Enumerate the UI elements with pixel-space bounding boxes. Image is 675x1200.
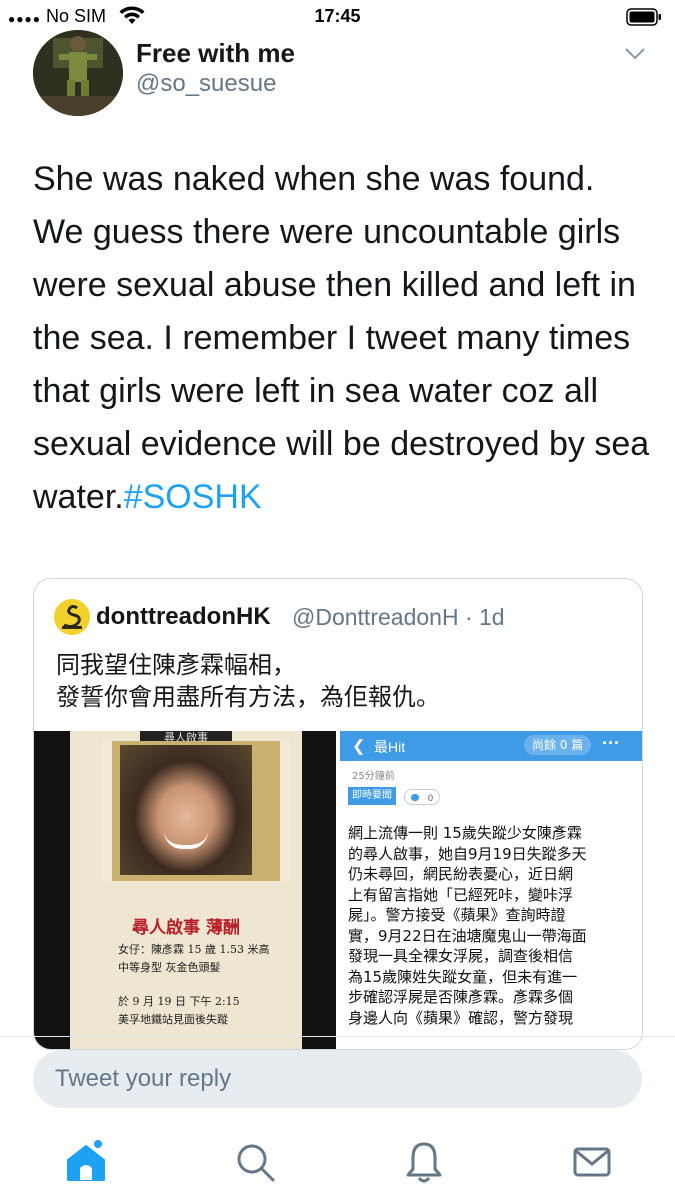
reply-divider [0,1036,675,1037]
status-bar: ●●●● No SIM 17:45 [0,0,675,34]
author-handle[interactable]: @so_suesue [136,70,276,98]
article-line: 的尋人啟事，她自9月19日失蹤多天 [348,844,587,863]
tab-bar [0,1118,675,1200]
poster-line: 於 9 月 19 日 下午 2:15 [118,995,240,1008]
avatar-figure [33,30,123,116]
quoted-text-line: 同我望住陳彥霖幅相， [56,651,296,679]
news-article-image[interactable]: ❮ 最Hit 尚餘 0 篇 ··· 25分鐘前 即時要聞 0 網上流傳一則 15… [340,731,642,1049]
girl-photo [120,745,252,875]
more-icon: ··· [602,733,620,753]
back-icon: ❮ [352,738,366,755]
tweet-text: She was naked when she was found. We gue… [33,153,653,524]
article-line: 網上流傳一則 15歲失蹤少女陳彥霖 [348,824,582,842]
hashtag-link[interactable]: #SOSHK [124,478,262,516]
chevron-down-icon[interactable] [624,46,646,62]
snake-icon [54,599,90,635]
article-app-bar: ❮ 最Hit 尚餘 0 篇 ··· [340,731,642,761]
article-tag: 即時要聞 [348,787,396,805]
quoted-media[interactable]: 尋人啟事 尋人啟事 薄酬 女仔：陳彥霖 15 歲 1.53 米高 中等身型 灰金… [34,731,642,1049]
poster-line: 美孚地鐵站見面後失蹤 [118,1013,228,1026]
author-name[interactable]: Free with me [136,38,295,69]
comment-count: 0 [404,789,440,805]
article-line: 實，9月22日在油塘魔鬼山一帶海面 [348,926,587,945]
article-line: 上有留言指她「已經死咔，變咔浮 [348,885,574,904]
reply-input[interactable] [33,1050,642,1108]
quoted-author-avatar [54,599,90,635]
quoted-tweet-card[interactable]: donttreadonHK @DonttreadonH · 1d 同我望住陳彥霖… [33,578,643,1050]
article-time: 25分鐘前 [352,771,395,782]
poster-line: 中等身型 灰金色頭髮 [118,961,221,974]
article-line: 屍」。警方接受《蘋果》查詢時證 [348,906,566,924]
search-icon[interactable] [231,1138,279,1186]
battery-icon [626,8,661,26]
quoted-author-handle: @DonttreadonH · 1d [292,604,505,630]
article-line: 仍未尋回，網民紛表憂心，近日網 [348,865,574,883]
photo-smile [164,831,208,849]
photo-frame [102,741,290,881]
article-body: 網上流傳一則 15歲失蹤少女陳彥霖 的尋人啟事，她自9月19日失蹤多天 仍未尋回… [348,823,640,1028]
article-app-title: 最Hit [374,739,406,755]
comment-icon [411,794,419,801]
author-avatar[interactable] [33,30,123,116]
poster-title: 尋人啟事 薄酬 [132,918,240,938]
article-line: 為15歲陳姓失蹤女童，但未有進一 [348,967,578,986]
quoted-tweet-text: 同我望住陳彥霖幅相， 發誓你會用盡所有方法，為佢報仇。 [56,649,626,713]
bell-icon[interactable] [400,1138,448,1186]
article-line: 發現一具全裸女浮屍，調查後相信 [348,947,574,965]
article-line: 身邊人向《蘋果》確認，警方發現 [348,1008,574,1027]
comment-count-value: 0 [427,793,433,803]
poster-line: 女仔：陳彥霖 15 歲 1.53 米高 [118,943,270,956]
home-icon[interactable] [62,1138,110,1186]
quoted-author-name: donttreadonHK [96,603,271,630]
article-remaining-badge: 尚餘 0 篇 [524,735,592,755]
quoted-text-line: 發誓你會用盡所有方法，為佢報仇。 [56,683,440,711]
article-line: 步確認浮屍是否陳彥霖。彥霖多個 [348,988,574,1006]
poster: 尋人啟事 尋人啟事 薄酬 女仔：陳彥霖 15 歲 1.53 米高 中等身型 灰金… [70,731,302,1049]
missing-poster-image[interactable]: 尋人啟事 尋人啟事 薄酬 女仔：陳彥霖 15 歲 1.53 米高 中等身型 灰金… [34,731,336,1049]
tweet-body: She was naked when she was found. We gue… [33,160,650,516]
mail-icon[interactable] [568,1138,616,1186]
status-time: 17:45 [314,6,361,26]
